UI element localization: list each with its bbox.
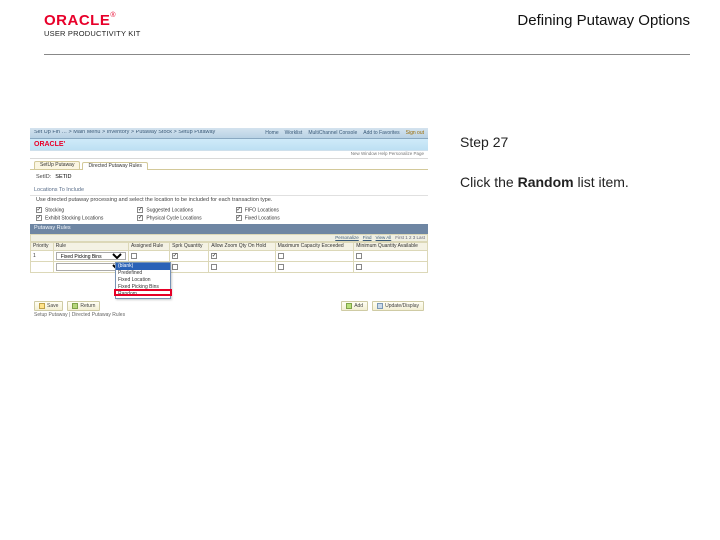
section-title: Locations To Include xyxy=(30,186,428,197)
grid-icon xyxy=(377,303,383,309)
cell-zoom-1[interactable] xyxy=(211,253,217,259)
cell-assigned-1[interactable] xyxy=(131,253,137,259)
check-physical-label: Physical Cycle Locations xyxy=(146,215,201,221)
nav-link-mcc[interactable]: MultiChannel Console xyxy=(308,131,357,136)
setid-label: SetID: xyxy=(36,175,51,181)
setid-value: SETID xyxy=(55,175,71,181)
nav-link-home[interactable]: Home xyxy=(265,131,278,136)
col-zoom: Allow Zoom Qty On Hold xyxy=(209,243,275,251)
dropdown-option-fixedpick[interactable]: Fixed Picking Bins xyxy=(116,284,170,291)
dropdown-option-predefined[interactable]: Predefined xyxy=(116,270,170,277)
check-stocking-label: Stocking xyxy=(45,207,64,213)
table-header-row: Priority Rule Assigned Rule Sprk Quantit… xyxy=(31,243,428,251)
checkbox-grid: Stocking Exhibit Stocking Locations Sugg… xyxy=(30,204,428,225)
back-icon xyxy=(72,303,78,309)
rules-bar-title: Putaway Rules xyxy=(34,225,71,231)
toolbar-viewall[interactable]: View All xyxy=(376,236,392,241)
table-row xyxy=(31,262,428,273)
toolbar-find[interactable]: Find xyxy=(363,236,372,241)
check-fixed-label: Fixed Locations xyxy=(245,215,280,221)
save-button[interactable]: Save xyxy=(34,301,63,311)
save-button-label: Save xyxy=(47,304,58,309)
rule-select-1[interactable]: Fixed Picking Bins xyxy=(56,252,126,260)
nav-link-worklist[interactable]: Worklist xyxy=(285,131,303,136)
rule-dropdown[interactable]: (blank) Predefined Fixed Location Fixed … xyxy=(115,262,171,299)
check-fifo[interactable] xyxy=(236,207,242,213)
col-maxcap: Maximum Capacity Exceeded xyxy=(275,243,354,251)
rules-toolbar: Personalize Find View All First 1 2 3 La… xyxy=(30,234,428,243)
col-minqty: Minimum Quantity Available xyxy=(354,243,428,251)
check-stocking[interactable] xyxy=(36,207,42,213)
cell-zoom-2[interactable] xyxy=(211,264,217,270)
registered-mark: ® xyxy=(110,12,115,19)
tab-directed-rules[interactable]: Directed Putaway Rules xyxy=(82,162,147,170)
check-suggested-label: Suggested Locations xyxy=(146,207,193,213)
return-button-label: Return xyxy=(80,304,95,309)
brand-block: ORACLE® USER PRODUCTIVITY KIT xyxy=(44,12,141,38)
cell-min-1[interactable] xyxy=(356,253,362,259)
return-button[interactable]: Return xyxy=(67,301,100,311)
instruction-text: Click the Random list item. xyxy=(460,174,690,190)
suite-label: USER PRODUCTIVITY KIT xyxy=(44,29,141,38)
update-button-label: Update/Display xyxy=(385,304,419,309)
update-button[interactable]: Update/Display xyxy=(372,301,424,311)
nav-link-signout[interactable]: Sign out xyxy=(406,131,424,136)
check-fixed[interactable] xyxy=(236,215,242,221)
check-exhibit-label: Exhibit Stocking Locations xyxy=(45,215,103,221)
app-subheader: New Window Help Personalize Page xyxy=(30,151,428,159)
setid-row: SetID: SETID xyxy=(30,172,428,184)
cell-max-2[interactable] xyxy=(278,264,284,270)
instruction-after: list item. xyxy=(574,174,629,190)
cell-priority: 1 xyxy=(31,251,54,262)
app-brand-strip: ORACLE' xyxy=(30,139,428,151)
col-assigned: Assigned Rule xyxy=(128,243,169,251)
check-fifo-label: FIFO Locations xyxy=(245,207,279,213)
cell-sprk-1[interactable] xyxy=(172,253,178,259)
col-sprk: Sprk Quantity xyxy=(170,243,209,251)
status-line: Setup Putaway | Directed Putaway Rules xyxy=(30,313,428,318)
check-exhibit[interactable] xyxy=(36,215,42,221)
tab-bar: SetUp Putaway Directed Putaway Rules xyxy=(30,159,428,170)
table-row: 1 Fixed Picking Bins xyxy=(31,251,428,262)
plus-icon xyxy=(346,303,352,309)
check-suggested[interactable] xyxy=(137,207,143,213)
save-icon xyxy=(39,303,45,309)
cell-min-2[interactable] xyxy=(356,264,362,270)
col-priority: Priority xyxy=(31,243,54,251)
breadcrumb: Set Up Fin … > Main Menu > Inventory > P… xyxy=(34,130,259,136)
toolbar-personalize[interactable]: Personalize xyxy=(335,236,359,241)
page-title: Defining Putaway Options xyxy=(517,12,690,35)
add-button[interactable]: Add xyxy=(341,301,368,311)
dropdown-option-random[interactable]: Random xyxy=(116,291,170,298)
dropdown-option-blank[interactable]: (blank) xyxy=(116,263,170,270)
app-brand: ORACLE' xyxy=(30,141,65,148)
col-rule: Rule xyxy=(53,243,128,251)
app-screenshot: Set Up Fin … > Main Menu > Inventory > P… xyxy=(30,128,428,298)
instruction-before: Click the xyxy=(460,174,518,190)
dropdown-option-fixedloc[interactable]: Fixed Location xyxy=(116,277,170,284)
tab-setup-putaway[interactable]: SetUp Putaway xyxy=(34,161,80,169)
app-nav: Set Up Fin … > Main Menu > Inventory > P… xyxy=(30,128,428,139)
add-button-label: Add xyxy=(354,304,363,309)
nav-link-fav[interactable]: Add to Favorites xyxy=(363,131,399,136)
toolbar-paging: First 1 2 3 Last xyxy=(395,236,425,241)
check-physical[interactable] xyxy=(137,215,143,221)
rules-bar: Putaway Rules xyxy=(30,224,428,234)
instruction-bold: Random xyxy=(518,174,574,190)
step-label: Step 27 xyxy=(460,134,690,150)
cell-max-1[interactable] xyxy=(278,253,284,259)
oracle-logo: ORACLE xyxy=(44,12,110,29)
rules-table: Priority Rule Assigned Rule Sprk Quantit… xyxy=(30,242,428,273)
cell-sprk-2[interactable] xyxy=(172,264,178,270)
header-divider xyxy=(44,54,690,55)
